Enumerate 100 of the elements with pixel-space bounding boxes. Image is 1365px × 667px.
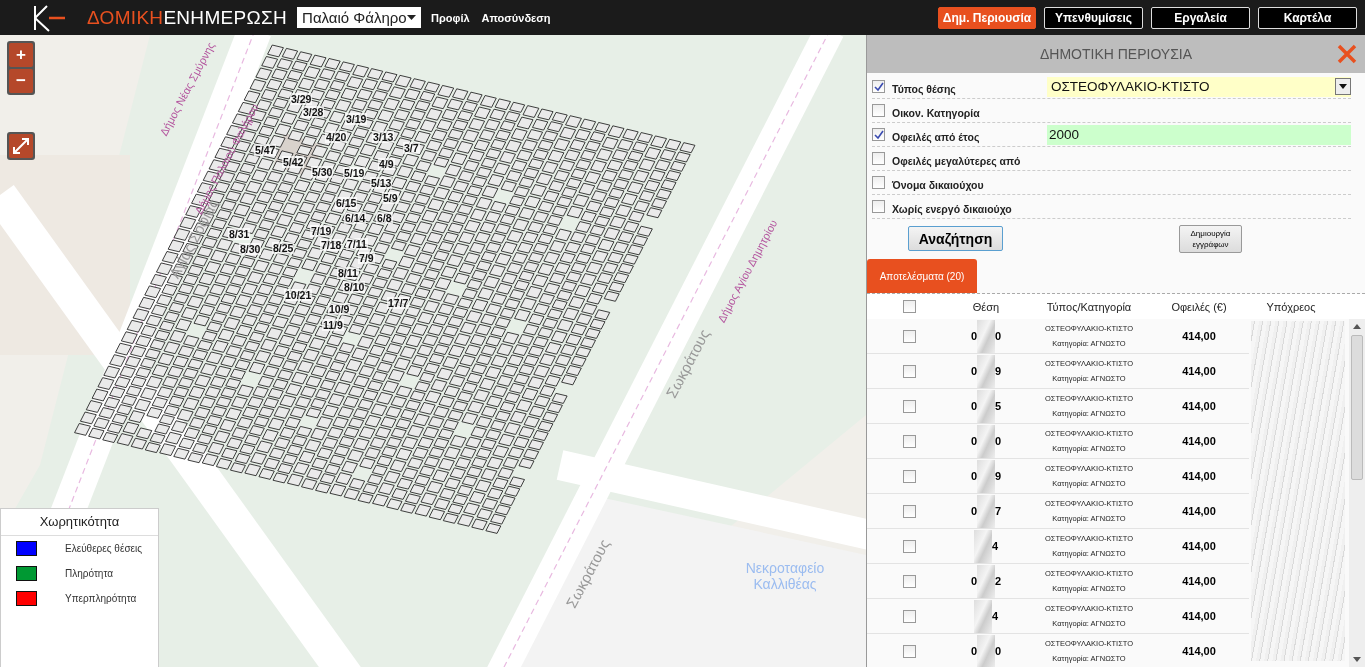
redacted-block <box>977 354 995 388</box>
redacted-block <box>977 389 995 423</box>
logo-icon <box>33 3 67 32</box>
checkbox[interactable] <box>872 80 885 93</box>
amount-cell-text: 414,00 <box>1181 575 1217 587</box>
nav-button[interactable]: Εργαλεία <box>1151 6 1250 29</box>
plot-label[interactable]: 5/47 <box>254 144 277 156</box>
row-checkbox[interactable] <box>902 469 916 483</box>
plot-label[interactable]: 7/11 <box>346 238 368 250</box>
row-checkbox[interactable] <box>902 504 916 518</box>
results-tab[interactable]: Αποτελέσματα (20) <box>867 259 977 293</box>
legend-title: Χωρητικότητα <box>1 509 158 536</box>
plot-label[interactable]: 5/9 <box>382 192 399 204</box>
column-header: Θέση <box>971 300 1001 313</box>
row-checkbox[interactable] <box>902 364 916 378</box>
plot-label[interactable]: 8/31 <box>228 228 251 240</box>
logo-text: ΔΟΜΙΚΗΕΝΗΜΕΡΩΣΗ <box>87 6 288 29</box>
redacted-block <box>977 319 995 353</box>
logout-link[interactable]: Αποσύνδεση <box>481 11 551 24</box>
plot-label[interactable]: 3/19 <box>345 113 368 125</box>
plot-label[interactable]: 5/30 <box>311 166 334 178</box>
year-field[interactable]: 2000 <box>1047 124 1351 145</box>
position-cell: 0 <box>970 330 977 342</box>
position-cell: 9 <box>995 470 1002 482</box>
legend-label: Ελεύθερες θέσεις <box>65 543 143 554</box>
plot-label[interactable]: 5/42 <box>282 156 305 168</box>
scrollbar[interactable] <box>1349 319 1365 667</box>
amount-cell-text: 414,00 <box>1181 470 1217 482</box>
checkbox[interactable] <box>872 104 885 117</box>
municipality-dropdown[interactable]: Παλαιό Φάληρο <box>297 7 422 28</box>
row-checkbox[interactable] <box>902 609 916 623</box>
nav-button[interactable]: Καρτέλα <box>1258 6 1357 29</box>
amount-cell-text: 414,00 <box>1181 610 1217 622</box>
amount-cell-text: 414,00 <box>1181 505 1217 517</box>
column-header: Τύπος/Κατηγορία <box>1045 300 1133 313</box>
position-cell: 0 <box>995 645 1002 657</box>
plot-label[interactable]: 5/19 <box>343 167 366 179</box>
type-dropdown[interactable]: ΟΣΤΕΟΦΥΛΑΚΙΟ-ΚΤΙΣΤΟ <box>1047 76 1351 97</box>
nav-button[interactable]: Υπενθυμίσεις <box>1044 6 1143 29</box>
scrollbar-thumb[interactable] <box>1351 335 1363 480</box>
plot-label[interactable]: 7/19 <box>310 225 333 237</box>
close-icon[interactable] <box>1337 44 1357 64</box>
filter-label: Οικον. Κατηγορία <box>892 105 981 119</box>
zoom-out-button[interactable]: − <box>9 69 33 93</box>
plot-label[interactable]: 7/9 <box>358 252 375 264</box>
row-checkbox[interactable] <box>902 644 916 658</box>
legend-label: Πληρότητα <box>65 568 113 579</box>
position-cell: 0 <box>970 575 977 587</box>
profile-link[interactable]: Προφίλ <box>431 11 470 24</box>
row-checkbox[interactable] <box>902 574 916 588</box>
checkbox[interactable] <box>872 128 885 141</box>
amount-cell-text: 414,00 <box>1181 330 1217 342</box>
plot-label[interactable]: 8/30 <box>239 243 262 255</box>
row-checkbox[interactable] <box>902 329 916 343</box>
position-cell: 0 <box>970 645 977 657</box>
amount-cell-text: 414,00 <box>1181 435 1217 447</box>
position-cell: 4 <box>991 610 999 622</box>
position-cell: 0 <box>970 505 977 517</box>
plot-label[interactable]: 4/9 <box>378 158 395 170</box>
plot-label[interactable]: 6/15 <box>335 197 358 209</box>
checkbox[interactable] <box>872 176 885 189</box>
filter-label: Όνομα δικαιούχου <box>892 177 985 191</box>
row-checkbox[interactable] <box>902 434 916 448</box>
checkbox[interactable] <box>872 152 885 165</box>
redacted-block <box>977 459 995 493</box>
plot-label[interactable]: 5/13 <box>370 177 393 189</box>
plot-label[interactable]: 3/28 <box>302 106 325 118</box>
zoom-in-button[interactable]: + <box>9 43 33 67</box>
caret-icon <box>407 15 417 20</box>
position-cell: 0 <box>970 365 977 377</box>
redacted-block <box>977 564 995 598</box>
redacted-block <box>973 599 992 633</box>
plot-label[interactable]: 8/10 <box>343 281 366 293</box>
column-header: Οφειλές (€) <box>1170 300 1228 313</box>
plot-label[interactable]: 7/18 <box>320 239 343 251</box>
plot-label[interactable]: 4/20 <box>325 131 348 143</box>
plot-label[interactable]: 3/7 <box>403 142 420 154</box>
plot-label[interactable]: 8/11 <box>337 267 359 279</box>
redacted-block <box>973 529 992 563</box>
plot-label[interactable]: 10/21 <box>284 289 313 301</box>
position-cell: 0 <box>995 330 1002 342</box>
filter-label: Οφειλές από έτος <box>892 129 981 143</box>
plot-label[interactable]: 8/25 <box>272 242 295 254</box>
map-drawing[interactable] <box>0 35 866 667</box>
plot-label[interactable]: 6/14 <box>344 212 367 224</box>
plot-label[interactable]: 17/7 <box>387 297 410 309</box>
plot-label[interactable]: 3/29 <box>290 93 313 105</box>
select-all-checkbox[interactable] <box>902 300 916 313</box>
plot-label[interactable]: 6/8 <box>376 212 393 224</box>
plot-label[interactable]: 11/9 <box>322 319 344 331</box>
position-cell: 5 <box>995 400 1002 412</box>
create-documents-button[interactable]: Δημιουργία εγγράφων <box>1179 224 1242 253</box>
search-button[interactable]: Αναζήτηση <box>908 226 1003 251</box>
filter-label: Χωρίς ενεργό δικαιούχο <box>892 201 1013 215</box>
nav-button[interactable]: Δημ. Περιουσία <box>938 6 1036 29</box>
row-checkbox[interactable] <box>902 539 916 553</box>
plot-label[interactable]: 3/13 <box>372 131 395 143</box>
row-checkbox[interactable] <box>902 399 916 413</box>
plot-label[interactable]: 10/9 <box>328 303 351 315</box>
checkbox[interactable] <box>872 200 885 213</box>
